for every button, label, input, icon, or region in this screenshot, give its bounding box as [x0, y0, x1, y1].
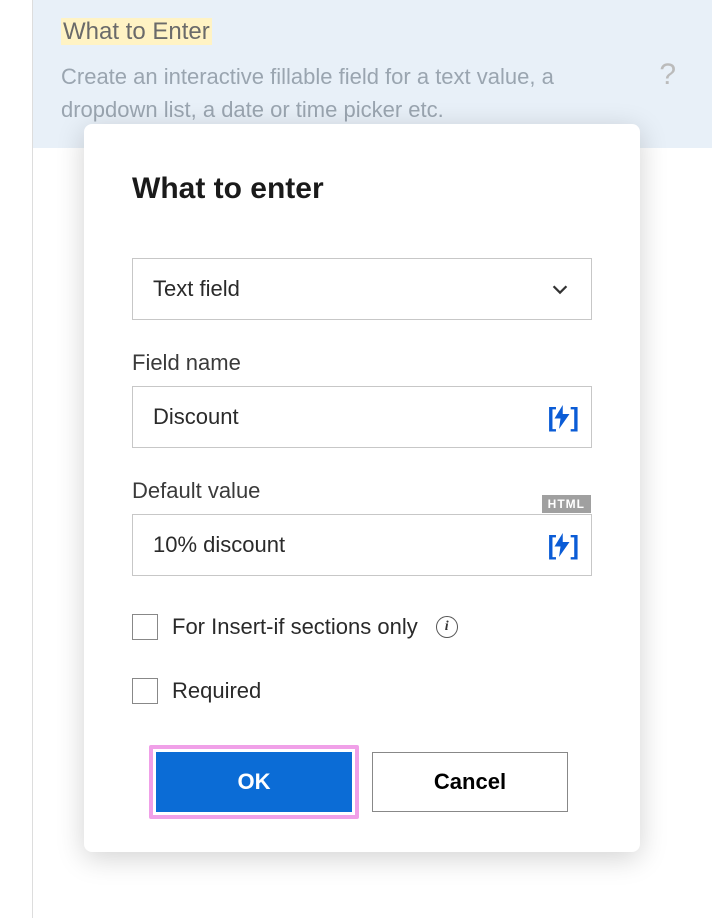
field-name-group: Field name []: [132, 350, 592, 448]
required-label: Required: [172, 678, 261, 704]
button-row: OK Cancel: [132, 752, 592, 812]
field-type-group: Text field: [132, 258, 592, 320]
left-border: [32, 148, 33, 918]
help-icon[interactable]: ?: [659, 58, 676, 92]
dialog: What to enter Text field Field name [] D…: [84, 124, 640, 852]
field-name-input[interactable]: [153, 404, 548, 430]
info-icon[interactable]: i: [436, 616, 458, 638]
field-name-input-wrap: []: [132, 386, 592, 448]
required-checkbox[interactable]: [132, 678, 158, 704]
chevron-down-icon: [549, 278, 571, 300]
default-value-label: Default value: [132, 478, 592, 504]
insert-if-checkbox[interactable]: [132, 614, 158, 640]
field-type-value: Text field: [153, 276, 240, 302]
insert-if-row: For Insert-if sections only i: [132, 614, 592, 640]
field-type-select[interactable]: Text field: [132, 258, 592, 320]
background-title: What to Enter: [61, 18, 212, 45]
bolt-icon: [553, 404, 571, 430]
field-name-label: Field name: [132, 350, 592, 376]
dialog-title: What to enter: [132, 172, 592, 206]
insert-if-label: For Insert-if sections only: [172, 614, 418, 640]
bolt-icon: [553, 532, 571, 558]
cancel-button[interactable]: Cancel: [372, 752, 568, 812]
html-badge: HTML: [542, 495, 591, 513]
default-value-group: Default value HTML []: [132, 478, 592, 576]
ok-button[interactable]: OK: [156, 752, 352, 812]
required-row: Required: [132, 678, 592, 704]
background-description: Create an interactive fillable field for…: [61, 60, 601, 126]
default-value-input[interactable]: [153, 532, 548, 558]
field-name-bolt-button[interactable]: []: [548, 402, 577, 433]
default-value-bolt-button[interactable]: []: [548, 530, 577, 561]
default-value-input-wrap: HTML []: [132, 514, 592, 576]
